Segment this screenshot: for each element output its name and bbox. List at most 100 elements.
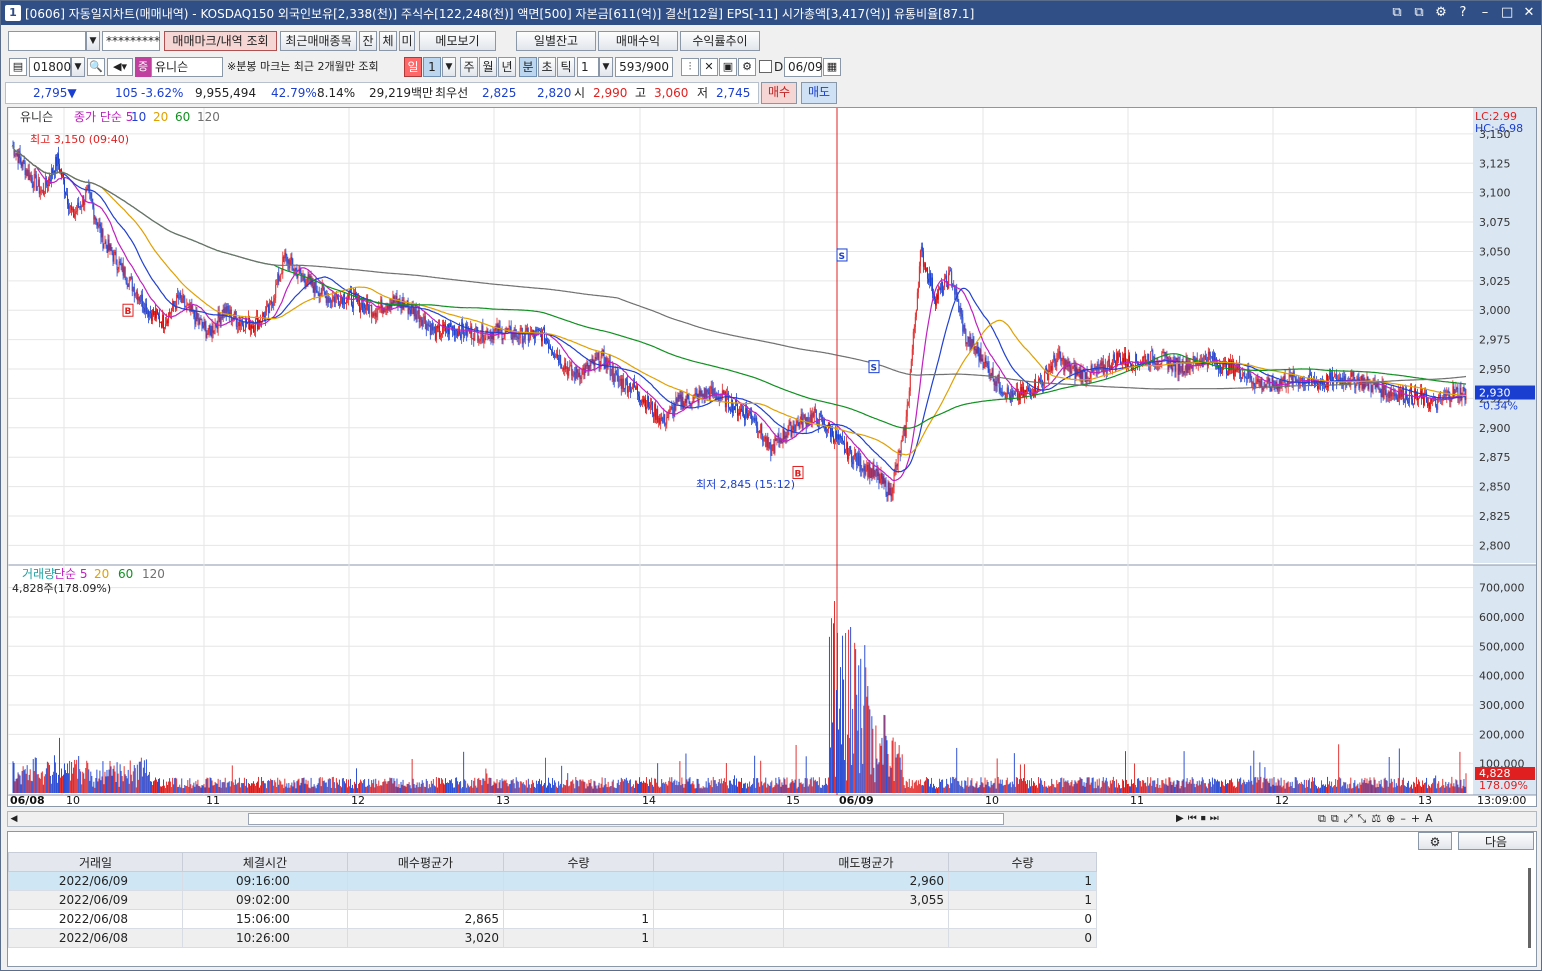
tab-unfilled[interactable]: 미	[399, 31, 415, 51]
candle-body	[1184, 369, 1186, 374]
volume-bar	[1311, 777, 1313, 793]
sell-button[interactable]: 매도	[801, 82, 837, 104]
help-icon[interactable]: ?	[1457, 4, 1469, 22]
volume-bar	[948, 784, 950, 793]
day-count-dropdown-icon[interactable]: ▼	[442, 57, 456, 77]
scroll-thumb[interactable]	[248, 813, 1004, 825]
candle-icon[interactable]: ⫶	[681, 58, 699, 76]
candle-body	[424, 316, 426, 325]
password-input[interactable]: *********	[102, 31, 160, 51]
close-icon[interactable]: ✕	[1523, 4, 1535, 22]
account-dropdown-icon[interactable]: ▼	[86, 31, 100, 51]
volume-bar	[1081, 778, 1083, 793]
chart-scrollbar[interactable]: ◀ ▶⏮⏹⏭ ⧉⧉⤢⤡⚖⊕–+A	[7, 811, 1537, 827]
candle-body	[862, 468, 864, 471]
col-exec-time[interactable]: 체결시간	[182, 852, 348, 872]
volume-bar	[608, 787, 610, 793]
tab-year[interactable]: 년	[498, 57, 516, 77]
tab-balance[interactable]: 잔	[359, 31, 377, 51]
volume-bar	[453, 787, 455, 793]
candle-body	[920, 246, 922, 251]
col-sell-qty[interactable]: 수량	[948, 852, 1097, 872]
table-scrollbar[interactable]	[1528, 868, 1531, 948]
tab-second[interactable]: 초	[538, 57, 556, 77]
volume-bar	[344, 783, 346, 793]
volume-bar	[424, 787, 426, 793]
daily-balance-button[interactable]: 일별잔고	[516, 31, 596, 51]
crosshair-icon[interactable]: ✕	[700, 58, 718, 76]
candle-body	[838, 434, 839, 440]
stock-code-input[interactable]: 018000	[29, 57, 79, 77]
volume-bar	[256, 782, 257, 793]
volume-bar	[1300, 781, 1302, 793]
volume-bar	[1296, 780, 1298, 793]
table-row[interactable]: 2022/06/08 10:26:00 3,020 1 0	[8, 928, 1097, 948]
trade-profit-button[interactable]: 매매수익	[598, 31, 678, 51]
col-buy-avg[interactable]: 매수평균가	[347, 852, 504, 872]
interval-dropdown-icon[interactable]: ▼	[599, 57, 613, 77]
volume-bar	[584, 782, 586, 793]
tab-trade-mark[interactable]: 매매마크/내역 조회	[164, 31, 277, 51]
tab-recent-items[interactable]: 최근매매종목	[280, 31, 357, 51]
minimize-icon[interactable]: –	[1479, 4, 1491, 22]
volume-bar	[704, 787, 706, 793]
settings-gear-icon[interactable]: ⚙	[1418, 832, 1452, 850]
tab-tick[interactable]: 틱	[557, 57, 575, 77]
zoom-controls[interactable]: ⧉⧉⤢⤡⚖⊕–+A	[1318, 812, 1438, 826]
layout-icon[interactable]: ▤	[9, 58, 27, 76]
candle-body	[194, 317, 196, 325]
memo-button[interactable]: 메모보기	[419, 31, 496, 51]
save-icon[interactable]: ▣	[719, 58, 737, 76]
settings-icon[interactable]: ⚙	[1435, 4, 1447, 22]
stock-name-field[interactable]: 유니슨	[151, 57, 223, 77]
tab-month[interactable]: 월	[479, 57, 497, 77]
volume-bar	[822, 785, 824, 793]
tab-day[interactable]: 일	[404, 57, 422, 77]
col-trade-date[interactable]: 거래일	[8, 852, 183, 872]
next-button[interactable]: 다음	[1458, 832, 1534, 850]
restore-icon[interactable]: ⧉	[1391, 4, 1403, 22]
date-checkbox[interactable]	[759, 60, 772, 73]
candlestick-chart[interactable]: 3,1503,1253,1003,0753,0503,0253,0002,975…	[8, 108, 1536, 806]
table-row[interactable]: 2022/06/09 09:16:00 2,960 1	[8, 871, 1097, 891]
volume-bar	[632, 784, 634, 793]
maximize-icon[interactable]: □	[1501, 4, 1513, 22]
cascade-icon[interactable]: ⧉	[1413, 4, 1425, 22]
tab-executed[interactable]: 체	[379, 31, 397, 51]
volume-bar	[1337, 779, 1339, 793]
candle-body	[677, 394, 679, 402]
code-dropdown-icon[interactable]: ▼	[71, 57, 85, 77]
volume-bar	[968, 786, 970, 793]
interval-input[interactable]: 1	[577, 57, 599, 77]
return-trend-button[interactable]: 수익률추이	[680, 31, 760, 51]
table-row[interactable]: 2022/06/08 15:06:00 2,865 1 0	[8, 909, 1097, 929]
calendar-icon[interactable]: ▦	[823, 58, 841, 76]
scroll-left-icon[interactable]: ◀	[8, 812, 20, 826]
data-count-field[interactable]: 593/900	[615, 57, 673, 77]
volume-bar	[1039, 783, 1041, 793]
time-axis-label: 10	[66, 794, 80, 806]
volume-bar	[384, 778, 386, 793]
gear-icon[interactable]: ⚙	[738, 58, 756, 76]
search-icon[interactable]: 🔍	[87, 58, 105, 76]
buy-button[interactable]: 매수	[761, 82, 797, 104]
volume-bar	[585, 788, 587, 793]
volume-bar	[1323, 784, 1324, 793]
volume-bar	[896, 754, 898, 793]
col-buy-qty[interactable]: 수량	[503, 852, 654, 872]
date-input[interactable]: 06/09	[784, 57, 823, 77]
candle-body	[711, 386, 713, 396]
candle-body	[43, 193, 45, 195]
volume-bar	[141, 776, 143, 793]
candle-body	[1112, 354, 1114, 360]
playback-controls[interactable]: ▶⏮⏹⏭	[1176, 812, 1223, 826]
account-input[interactable]	[8, 31, 86, 51]
volume-bar	[945, 786, 947, 793]
speaker-icon[interactable]: ◀▾	[107, 58, 133, 76]
tab-minute[interactable]: 분	[519, 57, 537, 77]
table-row[interactable]: 2022/06/09 09:02:00 3,055 1	[8, 890, 1097, 910]
day-count[interactable]: 1	[423, 57, 441, 77]
tab-week[interactable]: 주	[460, 57, 478, 77]
chart-panel[interactable]: 3,150 3,125 3,100 3,075 3,050 3,025 3,000 2,975…	[7, 107, 1537, 807]
col-sell-avg[interactable]: 매도평균가	[783, 852, 949, 872]
